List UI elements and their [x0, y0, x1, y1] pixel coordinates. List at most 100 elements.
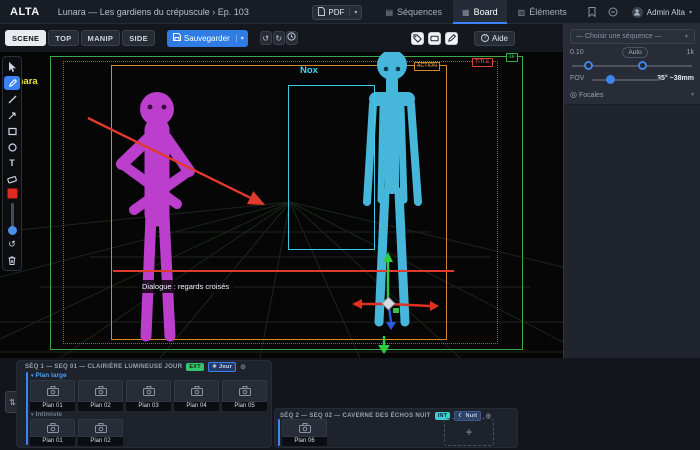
tab-sequences-label: Séquences: [397, 7, 443, 17]
stroke-size-handle[interactable]: [7, 226, 17, 235]
fov-slider[interactable]: [592, 75, 660, 84]
plan-card[interactable]: Plan 03: [126, 380, 171, 411]
chevron-down-icon: ▼: [684, 33, 689, 40]
plan-thumbnail: [30, 380, 75, 402]
sequence-select[interactable]: — Choisir une séquence — ▼: [570, 29, 695, 44]
plan-card[interactable]: Plan 04: [174, 380, 219, 411]
scene-view-button[interactable]: SCENE: [5, 30, 47, 46]
pdf-export-split-button: PDF ▾: [312, 4, 363, 20]
save-dropdown-button[interactable]: ▾: [235, 34, 248, 42]
top-bar: ALTA Lunara — Les gardiens du crépuscule…: [0, 0, 700, 24]
side-view-button[interactable]: SIDE: [122, 30, 155, 46]
history-buttons: ↺ ↻: [259, 31, 298, 45]
pdf-dropdown-button[interactable]: ▾: [349, 8, 361, 16]
plan-label: Plan 02: [78, 437, 123, 446]
sun-icon: ☀: [211, 364, 218, 370]
pdf-export-button[interactable]: PDF: [313, 6, 349, 18]
board-icon: ▦: [462, 7, 470, 17]
gizmo-x-axis-left: [352, 299, 362, 309]
bookmark-icon[interactable]: [588, 7, 596, 17]
history-clock-button[interactable]: [285, 31, 298, 45]
manip-view-button[interactable]: MANIP: [80, 30, 121, 46]
rectangle-tool[interactable]: [4, 124, 20, 138]
tab-board[interactable]: ▦ Board: [453, 0, 507, 24]
group-label: Intimiste: [35, 411, 63, 418]
plan-card[interactable]: Plan 02: [78, 380, 123, 411]
plan-card[interactable]: Plan 01: [30, 419, 75, 446]
chevron-down-icon: ▾: [31, 372, 34, 379]
help-button[interactable]: ? Aide: [473, 30, 515, 46]
stroke-size-slider[interactable]: [7, 203, 17, 235]
range-handle-far[interactable]: [638, 61, 647, 70]
color-swatch[interactable]: [6, 188, 18, 199]
plan-label: Plan 01: [30, 402, 75, 411]
ellipse-tool[interactable]: [4, 140, 20, 154]
eraser-tool[interactable]: [4, 172, 20, 186]
chevron-down-icon: ▾: [690, 92, 694, 98]
gizmo-z-axis: [386, 322, 396, 330]
tab-board-label: Board: [473, 7, 498, 17]
pdf-label: PDF: [328, 7, 345, 17]
plan-card[interactable]: Plan 05: [222, 380, 267, 411]
jour-badge: ☀ Jour: [207, 362, 237, 372]
plan-card[interactable]: Plan 01: [30, 380, 75, 411]
range-min-value: 0.10: [570, 49, 584, 56]
pencil-tool[interactable]: [4, 76, 20, 90]
top-view-button[interactable]: TOP: [48, 30, 79, 46]
sequence-1-title: SÉQ 1 — SEQ 01 — CLAIRIÈRE LUMINEUSE JOU…: [25, 364, 183, 370]
avatar: [631, 6, 643, 18]
arrow-tool[interactable]: [4, 108, 20, 122]
main-nav: ▤ Séquences ▦ Board ▥ Éléments: [376, 0, 575, 24]
range-row: 0.10 Auto 1k: [570, 47, 694, 58]
viewport-toolbar: SCENE TOP MANIP SIDE Sauvegarder ▾ ↺ ↻ ?…: [0, 24, 563, 52]
sequence-1-header[interactable]: SÉQ 1 — SEQ 01 — CLAIRIÈRE LUMINEUSE JOU…: [25, 362, 246, 372]
user-name: Admin Alta: [646, 7, 685, 17]
lens-icon: ◎: [570, 90, 577, 99]
scene-viewport[interactable]: 1k TITLE ACTION Nox Dialogue: regards c…: [0, 52, 563, 358]
clip-range-slider[interactable]: [572, 61, 692, 70]
help-label: Aide: [491, 33, 508, 43]
focales-group: ◎ Focales: [570, 90, 603, 99]
sequence-2-accent: [278, 419, 280, 446]
plan-card[interactable]: Plan 06: [282, 419, 327, 446]
fov-value: 35° ~38mm: [657, 75, 694, 82]
line-tool[interactable]: [4, 92, 20, 106]
plan-thumbnail: [174, 380, 219, 402]
plan-card[interactable]: Plan 02: [78, 419, 123, 446]
pencil-tool-button[interactable]: [445, 31, 458, 45]
plan-label: Plan 06: [282, 437, 327, 446]
sequence-1-accent: [26, 372, 28, 445]
rectangle-tool-button[interactable]: [428, 31, 441, 45]
undo-button[interactable]: ↺: [259, 31, 272, 45]
plan-label: Plan 02: [78, 402, 123, 411]
tab-sequences[interactable]: ▤ Séquences: [376, 0, 451, 24]
trash-button[interactable]: [4, 253, 20, 267]
sequence-options-icon[interactable]: ⊕: [240, 363, 246, 371]
tab-elements[interactable]: ▥ Éléments: [509, 0, 576, 24]
app-window: ALTA Lunara — Les gardiens du crépuscule…: [0, 0, 700, 450]
view-mode-segment: SCENE TOP MANIP SIDE: [5, 30, 155, 46]
plan-label: Plan 04: [174, 402, 219, 411]
range-handle-near[interactable]: [584, 61, 593, 70]
fov-handle[interactable]: [605, 75, 615, 84]
tab-elements-label: Éléments: [529, 7, 567, 17]
camera-settings-panel: — Choisir une séquence — ▼ 0.10 Auto 1k …: [563, 24, 700, 358]
status-icon[interactable]: [608, 7, 618, 17]
app-logo: ALTA: [10, 5, 40, 18]
ext-badge: EXT: [186, 363, 204, 371]
save-button[interactable]: Sauvegarder: [167, 33, 236, 43]
save-label: Sauvegarder: [183, 33, 230, 43]
auto-badge[interactable]: Auto: [622, 47, 648, 58]
user-menu[interactable]: Admin Alta ▾: [631, 6, 692, 18]
select-tool[interactable]: [4, 60, 20, 74]
clear-annotations-button[interactable]: ↺: [4, 237, 20, 251]
translate-gizmo[interactable]: [0, 52, 563, 358]
group-plan-large[interactable]: ▾ Plan large: [31, 372, 67, 379]
text-tool[interactable]: T: [4, 156, 20, 170]
plan-label: Plan 05: [222, 402, 267, 411]
add-plan-button[interactable]: +: [444, 418, 494, 446]
redo-button[interactable]: ↻: [272, 31, 285, 45]
focales-row[interactable]: ◎ Focales ▾: [570, 90, 694, 99]
group-intimiste[interactable]: ▾ Intimiste: [31, 411, 62, 418]
tag-tool-button[interactable]: [411, 31, 424, 45]
